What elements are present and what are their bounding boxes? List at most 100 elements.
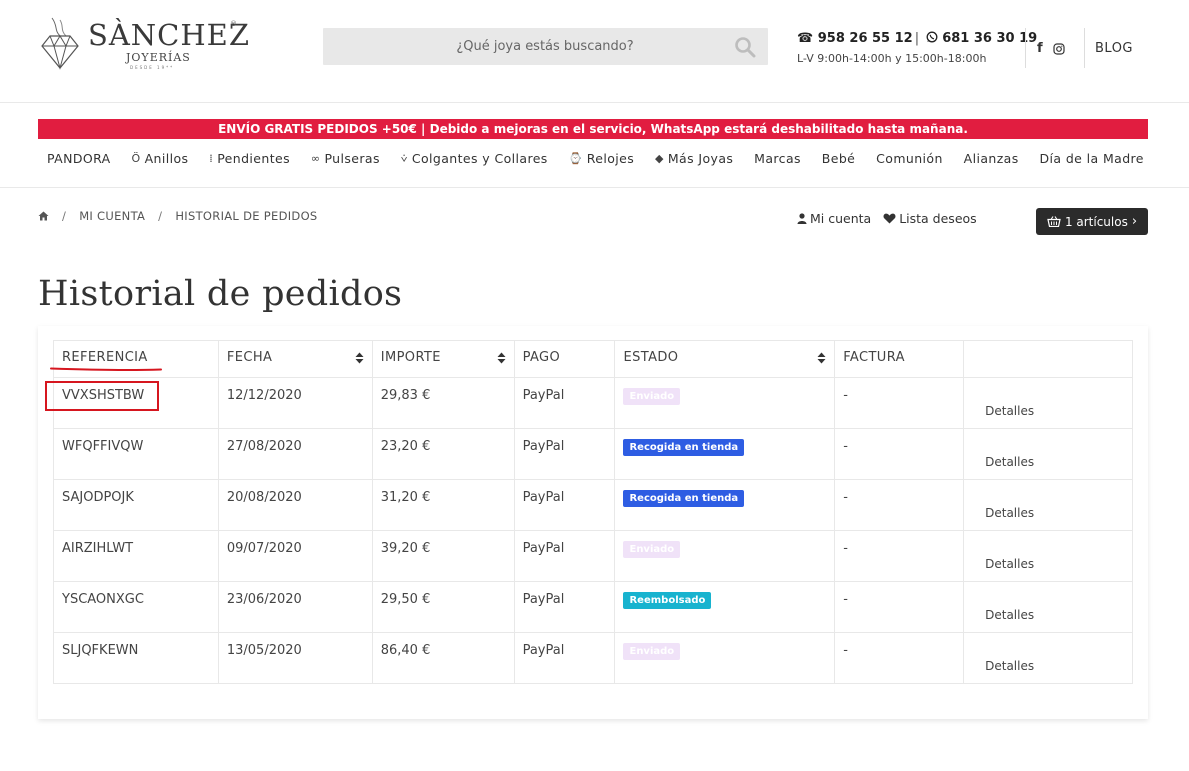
breadcrumb-my-account[interactable]: MI CUENTA: [79, 209, 145, 223]
order-date-cell: 20/08/2020: [217, 479, 373, 531]
breadcrumb-separator: /: [158, 209, 163, 223]
menu-item-marcas[interactable]: Marcas: [746, 151, 809, 166]
diamond-logo-icon: [41, 17, 79, 70]
order-invoice-cell: -: [834, 377, 965, 429]
order-amount-cell: 23,20 €: [371, 428, 515, 480]
details-link[interactable]: Detalles: [985, 455, 1034, 469]
header-label: PAGO: [522, 350, 561, 365]
phone-whatsapp[interactable]: 681 36 30 19: [942, 31, 1037, 46]
order-date: 13/05/2020: [226, 643, 302, 658]
order-amount-cell: 86,40 €: [371, 632, 515, 684]
menu-item-anillos[interactable]: Ö Anillos: [124, 151, 197, 166]
details-link[interactable]: Detalles: [985, 608, 1034, 622]
orders-table-body: VVXSHSTBW 12/12/2020 29,83 € PayPal Enviado -…: [53, 377, 1133, 684]
account-links: Mi cuenta Lista deseos: [797, 211, 977, 226]
header-separator: [0, 102, 1189, 103]
my-account-link[interactable]: Mi cuenta: [797, 211, 871, 226]
status-badge: Reembolsado: [623, 592, 712, 609]
menu-item-label: PANDORA: [47, 151, 111, 166]
order-payment-cell: PayPal: [513, 377, 616, 429]
search-bar: [323, 28, 768, 65]
order-actions-cell: Detalles: [963, 479, 1133, 531]
search-input[interactable]: [323, 28, 723, 65]
menu-item-más-joyas[interactable]: ◆ Más Joyas: [647, 151, 741, 166]
order-payment-cell: PayPal: [513, 632, 616, 684]
order-status-cell: Enviado: [614, 530, 836, 582]
header-divider: [1025, 28, 1026, 68]
order-status-cell: Recogida en tienda: [614, 479, 836, 531]
order-payment-cell: PayPal: [513, 428, 616, 480]
order-date: 20/08/2020: [226, 490, 302, 505]
opening-hours: L-V 9:00h-14:00h y 15:00h-18:00h: [797, 52, 987, 65]
order-payment-cell: PayPal: [513, 479, 616, 531]
order-reference[interactable]: AIRZIHLWT: [62, 541, 133, 556]
header-date[interactable]: FECHA: [217, 340, 373, 378]
search-button[interactable]: [734, 36, 756, 58]
menu-item-pulseras[interactable]: ∞ Pulseras: [303, 151, 388, 166]
menu-item-pendientes[interactable]: ⁞ Pendientes: [201, 151, 298, 166]
order-reference-cell: YSCAONXGC: [53, 581, 219, 633]
watch-icon: ⌚: [568, 152, 583, 165]
order-amount-cell: 31,20 €: [371, 479, 515, 531]
order-reference[interactable]: SLJQFKEWN: [62, 643, 138, 658]
menu-item-colgantes-y-collares[interactable]: ⩒ Colgantes y Collares: [393, 151, 556, 166]
menu-separator: [0, 187, 1189, 188]
menu-item-label: Marcas: [754, 151, 801, 166]
facebook-icon[interactable]: f: [1037, 41, 1043, 56]
site-logo[interactable]: SÀNCHEZ ® JOYERÍAS DESDE 19**: [38, 14, 249, 74]
details-link[interactable]: Detalles: [985, 506, 1034, 520]
header-divider-2: [1084, 28, 1085, 68]
header-amount[interactable]: IMPORTE: [371, 340, 515, 378]
status-badge: Recogida en tienda: [623, 439, 745, 456]
blog-link[interactable]: BLOG: [1095, 41, 1133, 56]
whatsapp-icon: [926, 31, 938, 43]
menu-item-bebé[interactable]: Bebé: [814, 151, 864, 166]
details-link[interactable]: Detalles: [985, 404, 1034, 418]
details-link[interactable]: Detalles: [985, 557, 1034, 571]
menu-item-pandora[interactable]: PANDORA: [38, 151, 119, 166]
contact-info: ☎ 958 26 55 12 | 681 36 30 19 L-V 9:00h-1…: [797, 31, 1037, 65]
header-status[interactable]: ESTADO: [614, 340, 836, 378]
header-payment: PAGO: [513, 340, 616, 378]
earrings-icon: ⁞: [209, 152, 214, 165]
order-reference-cell: SLJQFKEWN: [53, 632, 219, 684]
order-reference-cell: AIRZIHLWT: [53, 530, 219, 582]
header-label: FECHA: [226, 350, 273, 365]
table-row: VVXSHSTBW 12/12/2020 29,83 € PayPal Enviado -…: [53, 377, 1133, 429]
order-reference[interactable]: SAJODPOJK: [62, 490, 134, 505]
search-icon: [735, 37, 756, 58]
orders-card: REFERENCIA FECHA IMPORTE PAGO ESTADO FACTURA …: [38, 326, 1148, 719]
logo-since: DESDE 19**: [130, 65, 175, 70]
table-row: SLJQFKEWN 13/05/2020 86,40 € PayPal Enviado -…: [53, 632, 1133, 684]
header-label: REFERENCIA: [62, 350, 148, 365]
order-invoice: -: [843, 592, 848, 607]
menu-item-relojes[interactable]: ⌚ Relojes: [561, 151, 643, 166]
order-invoice: -: [843, 388, 848, 403]
table-row: YSCAONXGC 23/06/2020 29,50 € PayPal Reembols…: [53, 581, 1133, 633]
details-link[interactable]: Detalles: [985, 659, 1034, 673]
annotation-box: [45, 381, 159, 411]
order-date: 09/07/2020: [226, 541, 302, 556]
order-status-cell: Recogida en tienda: [614, 428, 836, 480]
orders-table: REFERENCIA FECHA IMPORTE PAGO ESTADO FACTURA …: [53, 340, 1133, 684]
menu-item-día-de-la-madre[interactable]: Día de la Madre: [1032, 151, 1148, 166]
home-icon[interactable]: [38, 211, 49, 221]
order-reference[interactable]: YSCAONXGC: [62, 592, 144, 607]
table-row: SAJODPOJK 20/08/2020 31,20 € PayPal Recogida…: [53, 479, 1133, 531]
logo-name: SÀNCHEZ: [88, 18, 250, 52]
phone-landline[interactable]: 958 26 55 12: [818, 31, 913, 46]
menu-item-label: Relojes: [586, 151, 635, 166]
order-invoice: -: [843, 541, 848, 556]
basket-icon: [1047, 216, 1061, 227]
menu-item-alianzas[interactable]: Alianzas: [956, 151, 1027, 166]
cart-button[interactable]: 1 artículos ›: [1036, 208, 1148, 235]
breadcrumb-order-history: HISTORIAL DE PEDIDOS: [175, 209, 318, 223]
logo-subtitle: JOYERÍAS: [126, 51, 191, 64]
instagram-icon[interactable]: [1053, 42, 1065, 55]
order-amount: 31,20 €: [380, 490, 431, 505]
order-date-cell: 23/06/2020: [217, 581, 373, 633]
order-date: 23/06/2020: [226, 592, 302, 607]
wishlist-link[interactable]: Lista deseos: [883, 211, 977, 226]
order-reference[interactable]: WFQFFIVQW: [62, 439, 143, 454]
menu-item-comunión[interactable]: Comunión: [868, 151, 951, 166]
